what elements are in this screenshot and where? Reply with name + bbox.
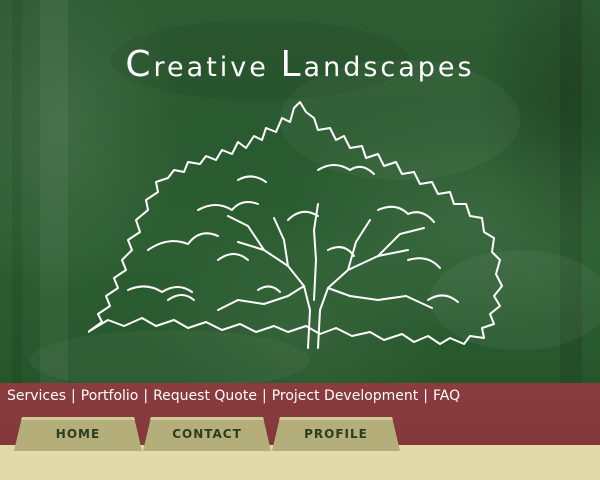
tab-home-label: HOME <box>55 427 101 441</box>
nav-separator: | <box>423 388 429 404</box>
site-title-cap-2: L <box>280 44 304 85</box>
nav-link-request-quote[interactable]: Request Quote <box>153 388 257 404</box>
site-title: Creative Landscapes <box>0 44 600 85</box>
nav-link-portfolio[interactable]: Portfolio <box>81 388 139 404</box>
tab-profile[interactable]: PROFILE <box>272 417 400 451</box>
site-title-word-2: andscapes <box>303 52 475 83</box>
page: Creative Landscapes Services | Portfolio… <box>0 0 600 480</box>
tree-logo-icon <box>88 101 503 349</box>
tab-contact[interactable]: CONTACT <box>143 417 271 451</box>
hero-banner: Creative Landscapes <box>0 0 600 383</box>
site-title-word-1: reative <box>153 52 269 83</box>
tab-home[interactable]: HOME <box>14 417 142 451</box>
nav-separator: | <box>261 388 267 404</box>
tab-profile-label: PROFILE <box>304 427 368 441</box>
nav-separator: | <box>71 388 76 404</box>
nav-link-faq[interactable]: FAQ <box>433 388 460 404</box>
site-title-cap-1: C <box>125 44 154 85</box>
tab-contact-label: CONTACT <box>172 427 242 441</box>
nav-separator: | <box>143 388 149 404</box>
nav-link-services[interactable]: Services <box>7 388 66 404</box>
nav-links: Services | Portfolio | Request Quote | Project… <box>7 388 460 404</box>
nav-link-project-development[interactable]: Project Development <box>272 388 419 404</box>
